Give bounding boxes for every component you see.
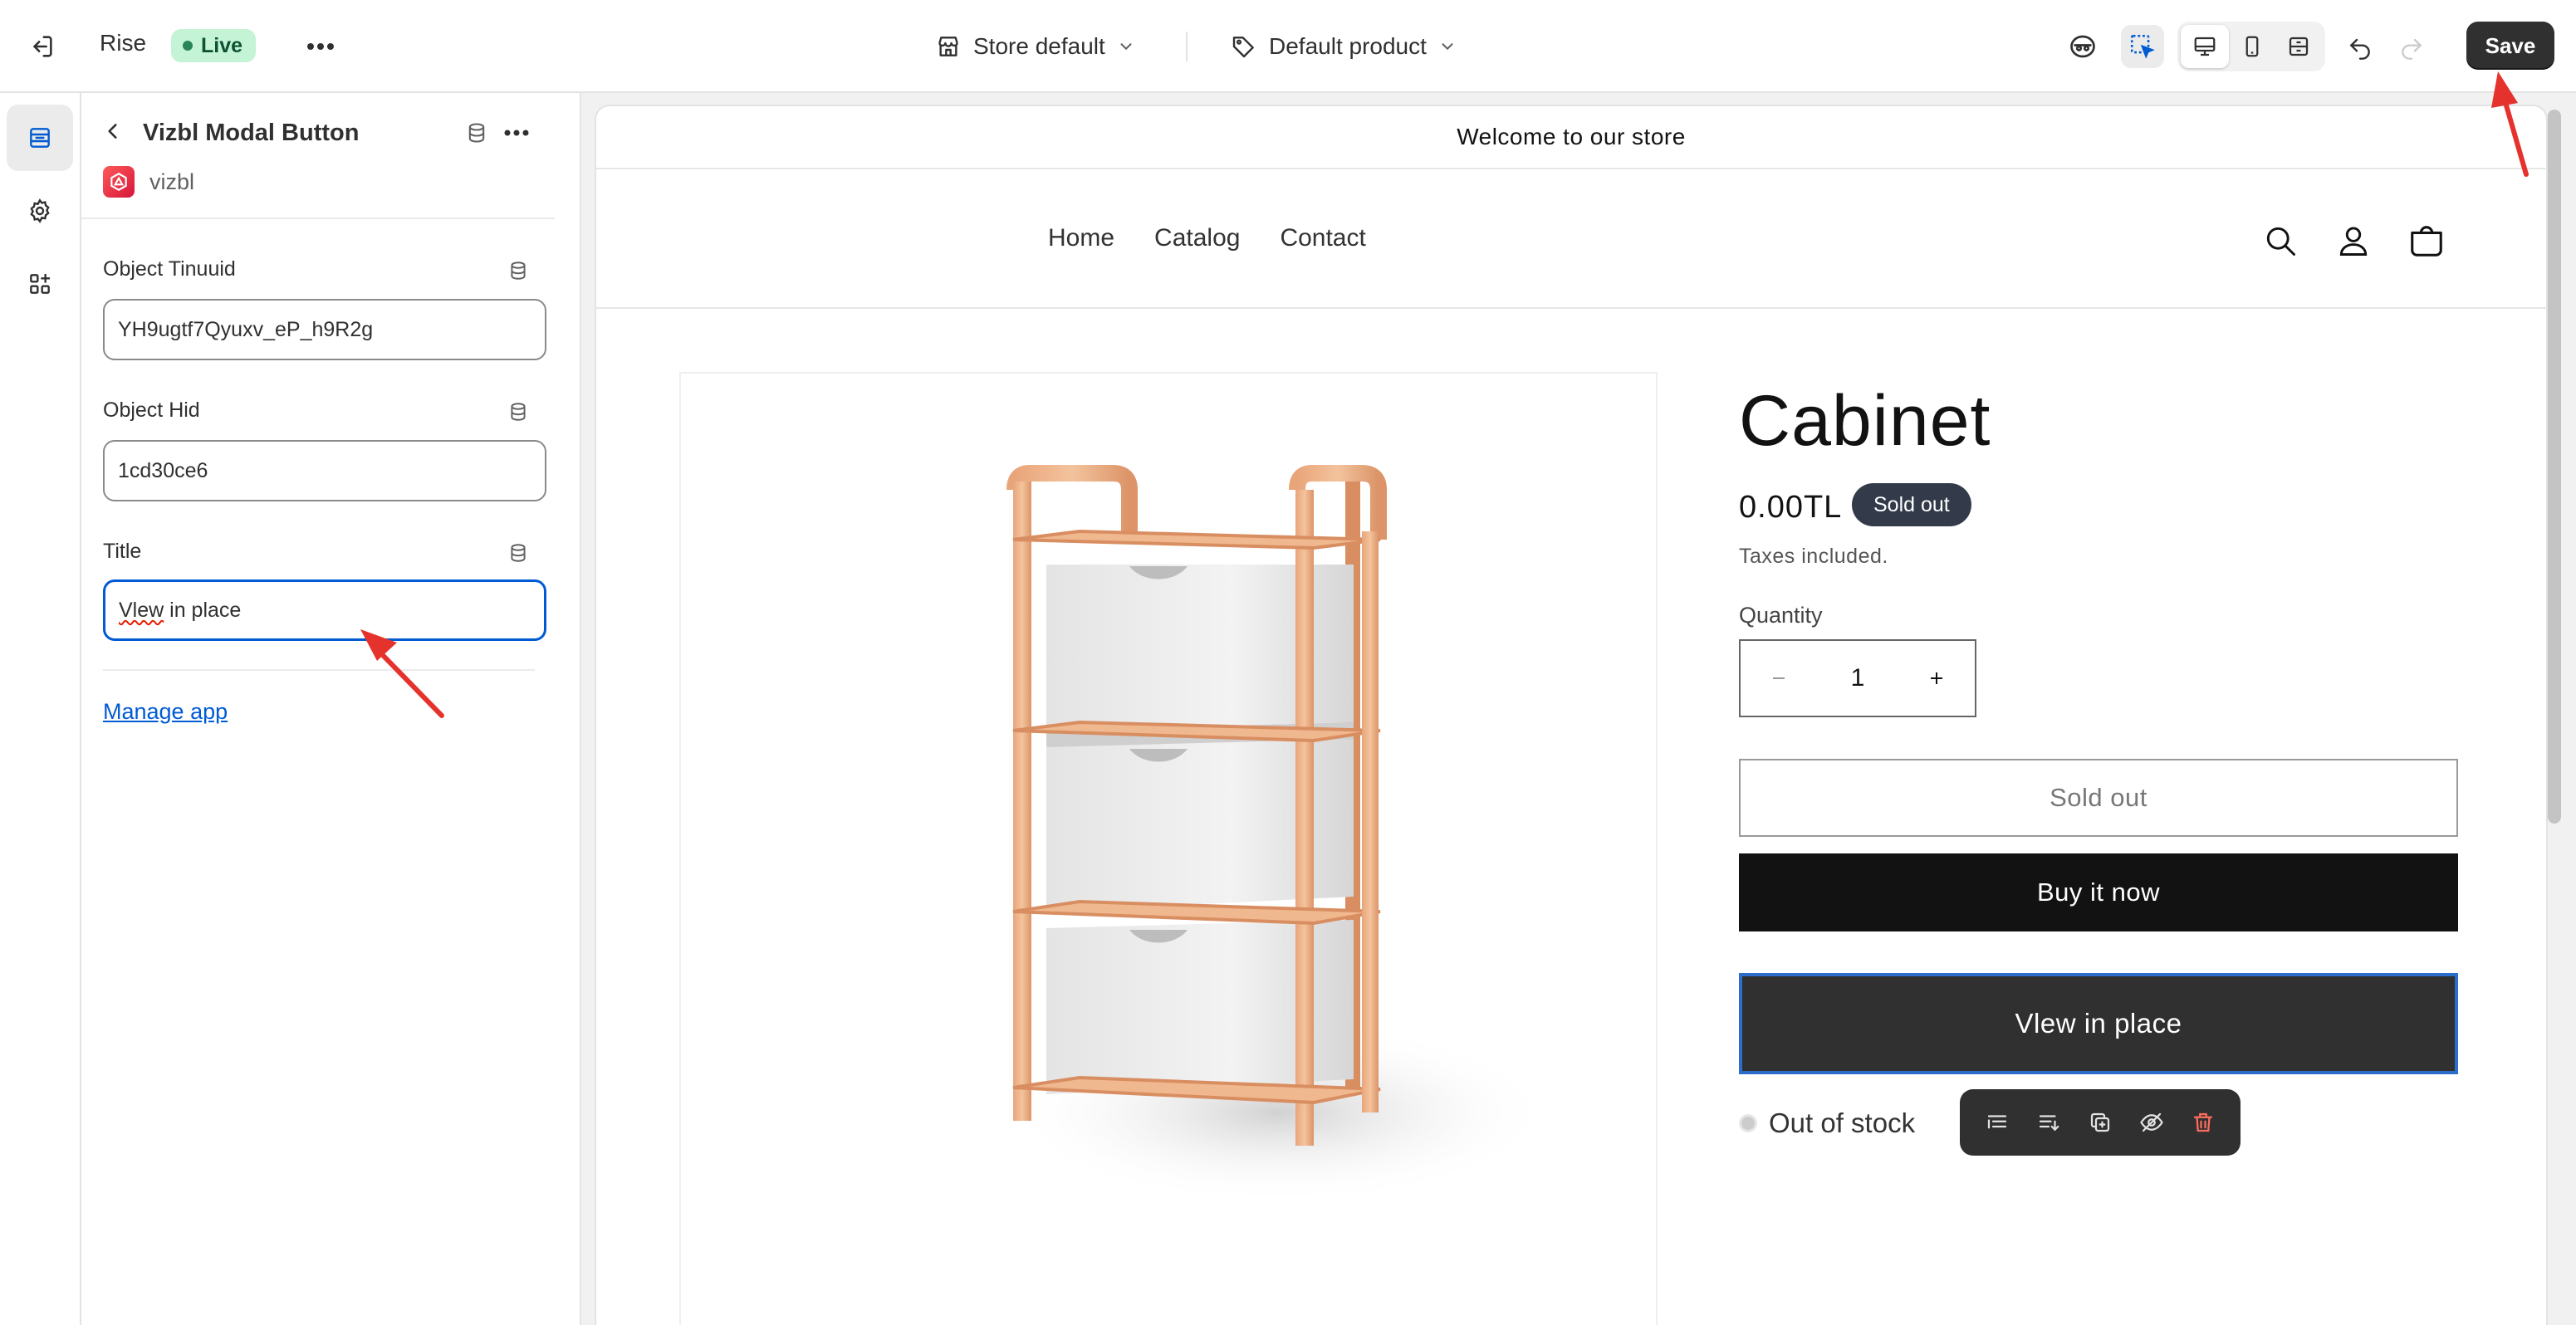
delete-icon[interactable] [2185, 1104, 2221, 1141]
vizbl-app-logo [103, 166, 135, 198]
product-image [679, 372, 1658, 1325]
title-misspelled-word: Vlew [119, 598, 164, 622]
field-label-object-tinuuid: Object Tinuuid [103, 257, 236, 281]
nav-contact[interactable]: Contact [1280, 224, 1365, 252]
settings-gear-icon[interactable] [7, 178, 73, 244]
fullscreen-view-icon[interactable] [2275, 25, 2322, 68]
toolbar-divider [1186, 32, 1188, 61]
exit-icon[interactable] [23, 28, 60, 65]
panel-divider [103, 669, 535, 671]
cabinet-illustration [1005, 465, 1553, 1204]
quantity-stepper: 1 [1739, 639, 1976, 717]
view-in-place-button[interactable]: Vlew in place [1739, 973, 2458, 1074]
template-selector-label: Default product [1269, 33, 1427, 59]
select-parent-icon[interactable] [1979, 1104, 2015, 1141]
storefront-preview: Welcome to our store Home Catalog Contac… [596, 106, 2546, 1325]
dynamic-source-icon[interactable] [503, 256, 533, 286]
preview-scrollbar[interactable] [2548, 110, 2561, 824]
stock-dot-icon [1739, 1114, 1757, 1132]
live-badge: Live [171, 29, 257, 62]
object-hid-value: 1cd30ce6 [118, 458, 208, 482]
sidekick-icon[interactable] [2061, 25, 2104, 68]
desktop-view-icon[interactable] [2181, 25, 2229, 68]
editor-top-bar: Rise Live Store default Default product [0, 0, 2576, 93]
block-title: Vizbl Modal Button [143, 120, 360, 146]
tax-note: Taxes included. [1739, 545, 1888, 568]
main-nav: Home Catalog Contact [1048, 224, 1366, 252]
field-label-object-hid: Object Hid [103, 398, 200, 422]
live-dot-icon [183, 41, 193, 51]
nav-catalog[interactable]: Catalog [1154, 224, 1240, 252]
dynamic-source-icon[interactable] [503, 538, 533, 568]
panel-header: Vizbl Modal Button vizbl [81, 93, 555, 219]
cart-icon[interactable] [2402, 216, 2451, 266]
search-icon[interactable] [2255, 216, 2305, 266]
block-toolbar [1960, 1089, 2241, 1156]
store-selector[interactable]: Store default [935, 27, 1135, 66]
left-rail [0, 93, 81, 1325]
title-value-rest: in place [164, 598, 242, 622]
object-tinuuid-input[interactable]: YH9ugtf7Qyuxv_eP_h9R2g [103, 299, 546, 360]
plus-icon[interactable] [1898, 641, 1975, 716]
nav-home[interactable]: Home [1048, 224, 1114, 252]
object-hid-input[interactable]: 1cd30ce6 [103, 440, 546, 501]
buy-it-now-button[interactable]: Buy it now [1739, 853, 2458, 931]
object-tinuuid-value: YH9ugtf7Qyuxv_eP_h9R2g [118, 317, 374, 341]
quantity-value[interactable]: 1 [1817, 664, 1898, 692]
settings-panel: Vizbl Modal Button vizbl Object Tinuuid … [81, 93, 581, 1325]
product-price: 0.00TL [1739, 490, 1843, 525]
more-actions-icon[interactable] [302, 28, 339, 65]
minus-icon[interactable] [1741, 641, 1817, 716]
stock-status: Out of stock [1739, 1107, 1915, 1139]
move-block-icon[interactable] [2030, 1104, 2067, 1141]
quantity-label: Quantity [1739, 603, 1823, 628]
viewport-switcher [2177, 22, 2325, 71]
hide-icon[interactable] [2133, 1104, 2170, 1141]
template-selector[interactable]: Default product [1231, 27, 1457, 66]
store-selector-label: Store default [973, 33, 1105, 59]
duplicate-icon[interactable] [2082, 1104, 2118, 1141]
inspector-select-icon[interactable] [2121, 25, 2164, 68]
dynamic-source-icon[interactable] [503, 397, 533, 427]
save-button[interactable]: Save [2466, 22, 2554, 70]
account-icon[interactable] [2329, 216, 2378, 266]
tag-icon [1232, 37, 1254, 58]
chevron-down-icon [1120, 43, 1132, 51]
product-title: Cabinet [1739, 381, 1991, 461]
title-input[interactable]: Vlew in place [103, 579, 546, 641]
theme-name: Rise [100, 30, 147, 56]
apps-icon[interactable] [7, 251, 73, 317]
manage-app-link[interactable]: Manage app [103, 699, 228, 725]
block-more-icon[interactable] [500, 116, 533, 149]
sections-icon[interactable] [7, 105, 73, 171]
store-icon [938, 37, 958, 56]
field-label-title: Title [103, 540, 142, 563]
announcement-bar: Welcome to our store [596, 106, 2546, 169]
redo-icon[interactable] [2390, 25, 2433, 68]
chevron-down-icon [1442, 43, 1453, 51]
sold-out-badge: Sold out [1852, 483, 1971, 526]
live-label: Live [201, 33, 243, 57]
dynamic-source-icon[interactable] [460, 116, 493, 149]
undo-icon[interactable] [2338, 25, 2382, 68]
mobile-view-icon[interactable] [2229, 25, 2275, 68]
store-header: Home Catalog Contact [596, 169, 2546, 309]
sold-out-button[interactable]: Sold out [1739, 759, 2458, 837]
back-arrow-icon[interactable] [96, 115, 130, 148]
app-name: vizbl [149, 169, 195, 194]
stock-status-label: Out of stock [1769, 1107, 1916, 1138]
